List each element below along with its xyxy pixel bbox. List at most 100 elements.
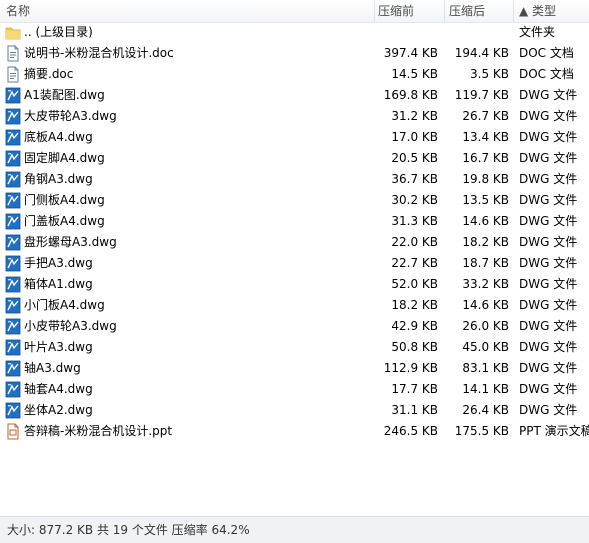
file-packed-size: 83.1 KB xyxy=(462,361,509,375)
file-name: 固定脚A4.dwg xyxy=(24,151,105,165)
column-header-bar: 名称 压缩前 压缩后 ▲ 类型 xyxy=(0,0,589,23)
file-type: DWG 文件 xyxy=(519,130,578,144)
file-row[interactable]: 说明书-米粉混合机设计.doc 397.4 KB 194.4 KB DOC 文档 xyxy=(0,43,589,64)
dwg-file-icon xyxy=(5,297,21,314)
file-row[interactable]: 小皮带轮A3.dwg 42.9 KB 26.0 KB DWG 文件 xyxy=(0,316,589,337)
file-size: 52.0 KB xyxy=(391,277,438,291)
column-header-packed[interactable]: 压缩后 xyxy=(449,0,485,22)
file-name: 底板A4.dwg xyxy=(24,130,93,144)
file-size: 22.7 KB xyxy=(391,256,438,270)
file-packed-size: 119.7 KB xyxy=(454,88,509,102)
file-packed-size: 33.2 KB xyxy=(462,277,509,291)
file-size: 31.1 KB xyxy=(391,403,438,417)
status-text: 大小: 877.2 KB 共 19 个文件 压缩率 64.2% xyxy=(7,523,250,537)
file-size: 112.9 KB xyxy=(383,361,438,375)
file-size: 17.0 KB xyxy=(391,130,438,144)
column-divider[interactable] xyxy=(513,0,514,22)
file-name: 叶片A3.dwg xyxy=(24,340,93,354)
file-row[interactable]: 小门板A4.dwg 18.2 KB 14.6 KB DWG 文件 xyxy=(0,295,589,316)
file-row[interactable]: 摘要.doc 14.5 KB 3.5 KB DOC 文档 xyxy=(0,64,589,85)
file-type: PPT 演示文稿 xyxy=(519,424,589,438)
file-row[interactable]: 底板A4.dwg 17.0 KB 13.4 KB DWG 文件 xyxy=(0,127,589,148)
file-row[interactable]: 大皮带轮A3.dwg 31.2 KB 26.7 KB DWG 文件 xyxy=(0,106,589,127)
dwg-file-icon xyxy=(5,360,21,377)
file-type: DWG 文件 xyxy=(519,256,578,270)
file-row[interactable]: 答辩稿-米粉混合机设计.ppt 246.5 KB 175.5 KB PPT 演示文稿 xyxy=(0,421,589,442)
file-type: DWG 文件 xyxy=(519,88,578,102)
file-name: 坐体A2.dwg xyxy=(24,403,93,417)
column-divider[interactable] xyxy=(444,0,445,22)
doc-file-icon xyxy=(5,66,21,83)
file-row[interactable]: 手把A3.dwg 22.7 KB 18.7 KB DWG 文件 xyxy=(0,253,589,274)
file-size: 14.5 KB xyxy=(391,67,438,81)
dwg-file-icon xyxy=(5,339,21,356)
file-packed-size: 16.7 KB xyxy=(462,151,509,165)
dwg-file-icon xyxy=(5,192,21,209)
file-packed-size xyxy=(444,22,509,43)
file-name: 轴套A4.dwg xyxy=(24,382,93,396)
file-type: DWG 文件 xyxy=(519,277,578,291)
file-type: DOC 文档 xyxy=(519,67,574,81)
file-size: 42.9 KB xyxy=(391,319,438,333)
dwg-file-icon xyxy=(5,171,21,188)
file-packed-size: 13.4 KB xyxy=(462,130,509,144)
file-row[interactable]: 门盖板A4.dwg 31.3 KB 14.6 KB DWG 文件 xyxy=(0,211,589,232)
file-name: 箱体A1.dwg xyxy=(24,277,93,291)
file-row[interactable]: 门侧板A4.dwg 30.2 KB 13.5 KB DWG 文件 xyxy=(0,190,589,211)
file-name: 说明书-米粉混合机设计.doc xyxy=(24,46,174,60)
column-header-name[interactable]: 名称 xyxy=(6,0,30,22)
file-type: DWG 文件 xyxy=(519,235,578,249)
file-packed-size: 26.4 KB xyxy=(462,403,509,417)
file-name: 手把A3.dwg xyxy=(24,256,93,270)
file-row[interactable]: 固定脚A4.dwg 20.5 KB 16.7 KB DWG 文件 xyxy=(0,148,589,169)
dwg-file-icon xyxy=(5,108,21,125)
file-name: 大皮带轮A3.dwg xyxy=(24,109,117,123)
file-name: 轴A3.dwg xyxy=(24,361,81,375)
file-type: DWG 文件 xyxy=(519,298,578,312)
file-packed-size: 3.5 KB xyxy=(470,67,509,81)
file-name: 摘要.doc xyxy=(24,67,74,81)
file-size: 169.8 KB xyxy=(383,88,438,102)
file-name: 答辩稿-米粉混合机设计.ppt xyxy=(24,424,173,438)
file-packed-size: 194.4 KB xyxy=(454,46,509,60)
file-type: DWG 文件 xyxy=(519,172,578,186)
file-row[interactable]: 轴A3.dwg 112.9 KB 83.1 KB DWG 文件 xyxy=(0,358,589,379)
file-row[interactable]: 盘形螺母A3.dwg 22.0 KB 18.2 KB DWG 文件 xyxy=(0,232,589,253)
file-row[interactable]: .. (上级目录) 文件夹 xyxy=(0,22,589,43)
column-divider[interactable] xyxy=(374,0,375,22)
doc-file-icon xyxy=(5,45,21,62)
dwg-file-icon xyxy=(5,129,21,146)
file-type: DWG 文件 xyxy=(519,319,578,333)
dwg-file-icon xyxy=(5,255,21,272)
file-list-empty-area[interactable] xyxy=(0,442,589,516)
file-size: 36.7 KB xyxy=(391,172,438,186)
file-size: 397.4 KB xyxy=(383,46,438,60)
column-header-type[interactable]: ▲ 类型 xyxy=(519,0,556,22)
dwg-file-icon xyxy=(5,402,21,419)
file-name: A1装配图.dwg xyxy=(24,88,105,102)
file-row[interactable]: 叶片A3.dwg 50.8 KB 45.0 KB DWG 文件 xyxy=(0,337,589,358)
file-name: 门盖板A4.dwg xyxy=(24,214,105,228)
file-packed-size: 26.0 KB xyxy=(462,319,509,333)
file-type: DOC 文档 xyxy=(519,46,574,60)
file-name: 盘形螺母A3.dwg xyxy=(24,235,117,249)
file-name: 角钢A3.dwg xyxy=(24,172,93,186)
file-type: DWG 文件 xyxy=(519,193,578,207)
file-row[interactable]: 角钢A3.dwg 36.7 KB 19.8 KB DWG 文件 xyxy=(0,169,589,190)
dwg-file-icon xyxy=(5,276,21,293)
file-packed-size: 14.6 KB xyxy=(462,298,509,312)
dwg-file-icon xyxy=(5,381,21,398)
file-row[interactable]: 轴套A4.dwg 17.7 KB 14.1 KB DWG 文件 xyxy=(0,379,589,400)
file-row[interactable]: 坐体A2.dwg 31.1 KB 26.4 KB DWG 文件 xyxy=(0,400,589,421)
file-packed-size: 13.5 KB xyxy=(462,193,509,207)
file-row[interactable]: A1装配图.dwg 169.8 KB 119.7 KB DWG 文件 xyxy=(0,85,589,106)
file-packed-size: 26.7 KB xyxy=(462,109,509,123)
file-row[interactable]: 箱体A1.dwg 52.0 KB 33.2 KB DWG 文件 xyxy=(0,274,589,295)
dwg-file-icon xyxy=(5,87,21,104)
file-type: 文件夹 xyxy=(519,25,556,39)
status-bar: 大小: 877.2 KB 共 19 个文件 压缩率 64.2% xyxy=(0,516,589,543)
file-size: 18.2 KB xyxy=(391,298,438,312)
file-type: DWG 文件 xyxy=(519,382,578,396)
file-size: 17.7 KB xyxy=(391,382,438,396)
column-header-size[interactable]: 压缩前 xyxy=(378,0,414,22)
